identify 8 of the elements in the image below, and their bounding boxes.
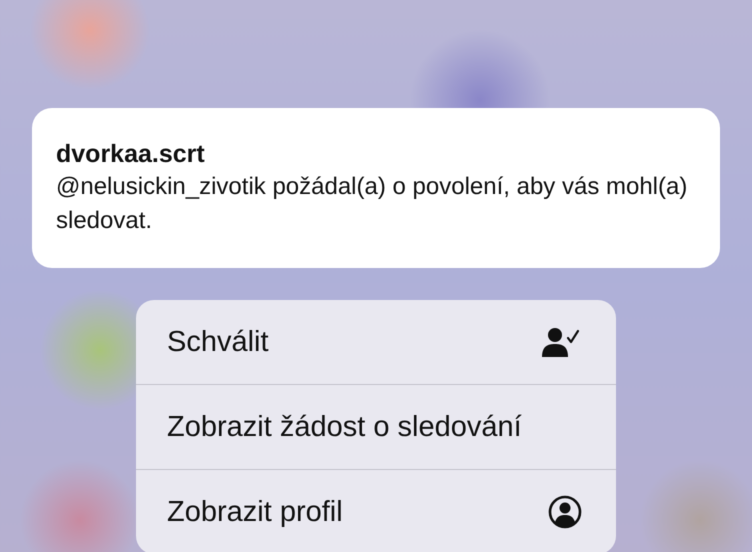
menu-item[interactable]: Zobrazit žádost o sledování — [136, 384, 616, 469]
notification-title: dvorkaa.scrt — [56, 139, 206, 170]
profile-circle-icon — [548, 495, 582, 529]
notification-card[interactable]: dvorkaa.scrt @nelusickin_zivotik požádal(a) o povolení, aby vás mohl(a) sledovat. — [32, 108, 720, 268]
menu-item[interactable]: Zobrazit profil — [136, 469, 616, 552]
menu-item[interactable]: Schválit — [136, 300, 616, 384]
person-check-icon — [542, 325, 582, 359]
notification-text: @nelusickin_zivotik požádal(a) o povolení, aby vás mohl(a) sledovat. — [56, 172, 688, 236]
